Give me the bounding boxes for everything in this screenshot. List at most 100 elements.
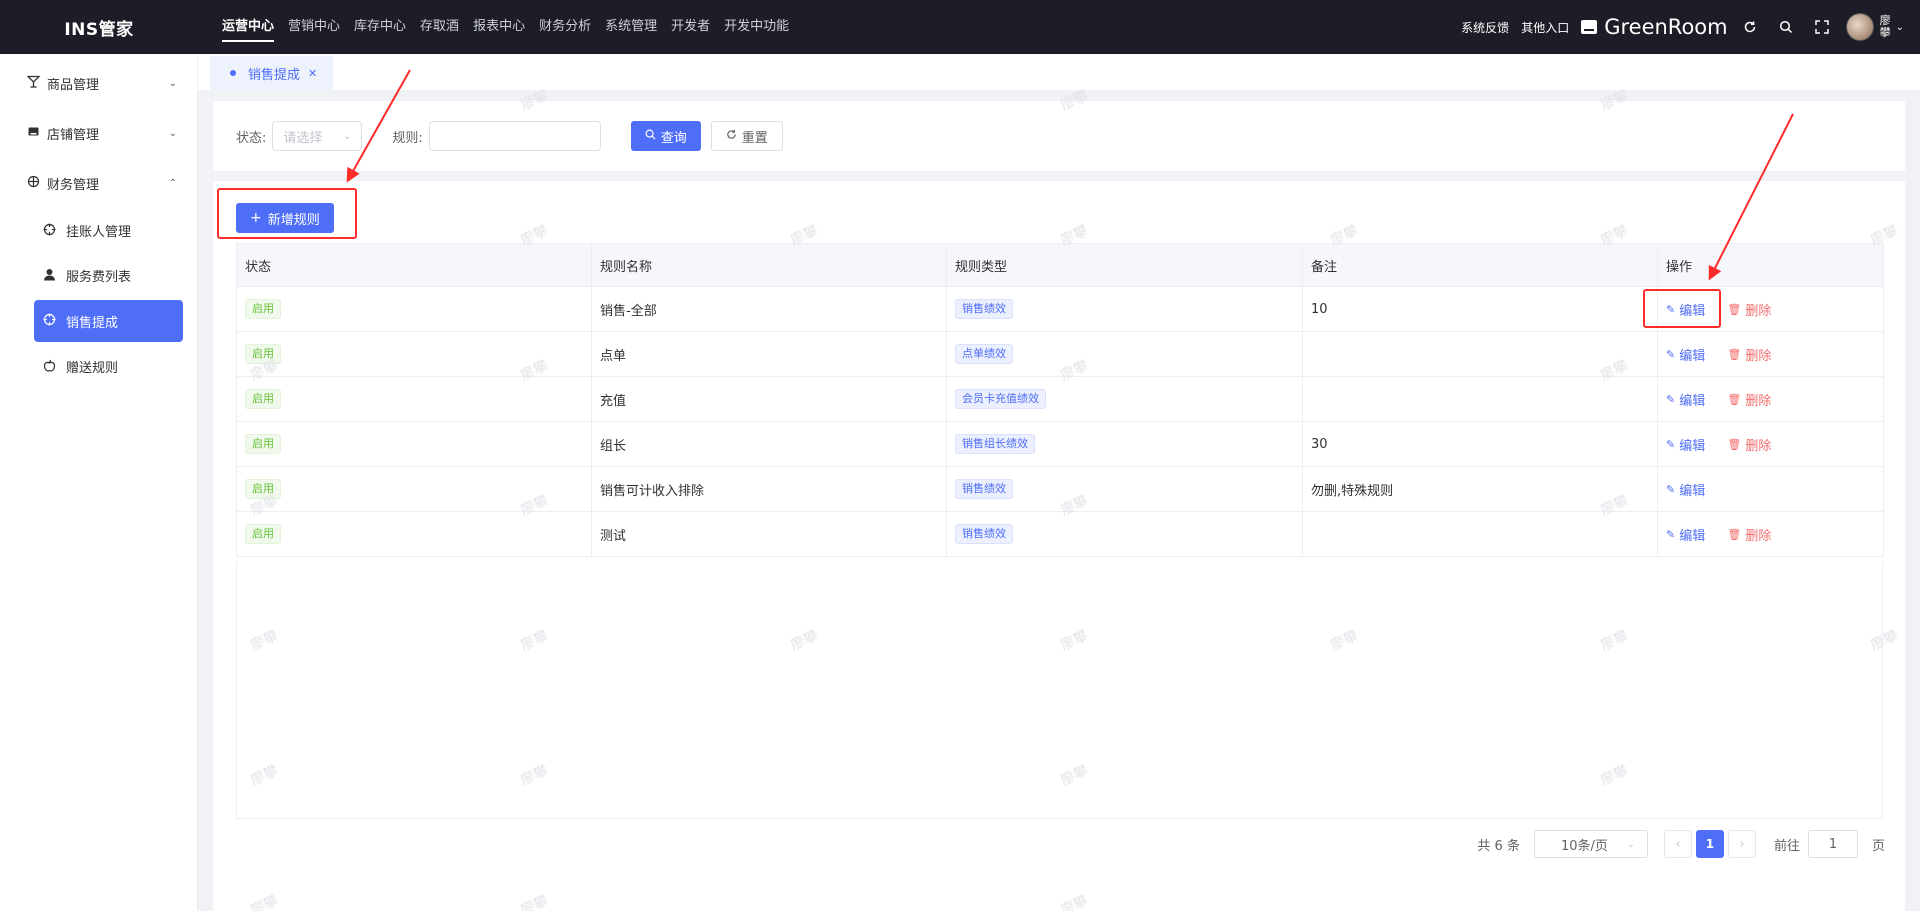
nav-dev-features[interactable]: 开发中功能 — [724, 0, 789, 54]
search-icon — [645, 129, 656, 143]
status-badge: 启用 — [245, 524, 281, 544]
user-icon — [42, 268, 56, 284]
pagination: 共 6 条 10条/页 ⌄ ‹ 1 › 前往 1 页 — [1477, 830, 1885, 858]
apple-icon — [42, 359, 56, 375]
status-badge: 启用 — [245, 344, 281, 364]
sidebar: 商品管理 ⌄ 店铺管理 ⌄ 财务管理 ⌃ 挂账人管理 服务费列表 销售提成 赠送… — [0, 54, 198, 911]
table-row: 启用 测试 销售绩效 ✎ 编辑 🗑 删除 — [236, 511, 1884, 557]
goto-label: 前往 — [1773, 838, 1800, 854]
sidebar-item-label: 服务费列表 — [66, 270, 132, 285]
edit-button[interactable]: ✎ 编辑 — [1666, 435, 1705, 454]
status-badge: 启用 — [245, 434, 281, 454]
delete-button[interactable]: 🗑 删除 — [1727, 390, 1771, 409]
edit-button[interactable]: ✎ 编辑 — [1666, 390, 1705, 409]
chevron-down-icon[interactable]: ⌄ — [1896, 22, 1904, 33]
tab-sales-commission[interactable]: 销售提成 ✕ — [210, 56, 334, 90]
status-badge: 启用 — [245, 389, 281, 409]
rule-name: 充值 — [591, 376, 947, 422]
rule-note — [1302, 511, 1658, 557]
feedback-link[interactable]: 系统反馈 — [1461, 19, 1509, 36]
rule-type-badge: 销售绩效 — [955, 479, 1013, 499]
user-name[interactable]: 廖攀 — [1880, 15, 1892, 39]
rule-name: 组长 — [591, 421, 947, 467]
rule-name: 销售可计收入排除 — [591, 466, 947, 512]
column-header: 操作 — [1657, 243, 1884, 287]
nav-ops-center[interactable]: 运营中心 — [222, 0, 275, 54]
sidebar-item-label: 销售提成 — [66, 315, 119, 331]
rule-note — [1302, 331, 1658, 377]
sidebar-item-gift-rules[interactable]: 赠送规则 — [0, 344, 197, 389]
sidebar-group-store[interactable]: 店铺管理 ⌄ — [0, 108, 197, 158]
top-bar: INS管家 运营中心 营销中心 库存中心 存取酒 报表中心 财务分析 系统管理 … — [0, 0, 1920, 54]
table-row: 启用 销售可计收入排除 销售绩效 勿删,特殊规则 ✎ 编辑 — [236, 466, 1884, 512]
sidebar-item-service-fees[interactable]: 服务费列表 — [0, 253, 197, 298]
rules-table: 状态 规则名称 规则类型 备注 操作 启用 销售-全部 销售绩效 10 ✎ 编辑 … — [236, 243, 1884, 557]
store-icon — [1581, 20, 1598, 34]
delete-button[interactable]: 🗑 删除 — [1727, 435, 1771, 454]
sidebar-group-products[interactable]: 商品管理 ⌄ — [0, 58, 197, 108]
app-logo[interactable]: INS管家 — [0, 15, 198, 40]
annotation-box-add — [217, 188, 357, 239]
search-icon[interactable] — [1772, 13, 1800, 41]
next-page-button[interactable]: › — [1727, 830, 1756, 858]
rule-type-badge: 会员卡充值绩效 — [955, 389, 1046, 409]
delete-button[interactable]: 🗑 删除 — [1727, 300, 1771, 319]
rule-note: 30 — [1302, 421, 1658, 467]
nav-marketing-center[interactable]: 营销中心 — [288, 0, 340, 54]
fullscreen-icon[interactable] — [1808, 13, 1836, 41]
nav-developer[interactable]: 开发者 — [671, 0, 710, 54]
sidebar-item-label: 赠送规则 — [66, 361, 119, 376]
nav-inventory-center[interactable]: 库存中心 — [354, 0, 406, 54]
rule-name: 点单 — [591, 331, 947, 377]
nav-system-management[interactable]: 系统管理 — [605, 0, 657, 54]
delete-button[interactable]: 🗑 删除 — [1727, 525, 1771, 544]
trash-icon: 🗑 — [1727, 302, 1742, 316]
tabs-bar: 销售提成 ✕ — [198, 54, 1920, 90]
annotation-box-edit — [1643, 289, 1721, 328]
sidebar-group-finance[interactable]: 财务管理 ⌃ — [0, 158, 197, 208]
column-header: 规则名称 — [591, 243, 947, 287]
sidebar-item-sales-commission[interactable]: 销售提成 — [34, 300, 183, 342]
refresh-icon[interactable] — [1736, 13, 1764, 41]
edit-label: 编辑 — [1679, 528, 1706, 544]
table-row: 启用 组长 销售组长绩效 30 ✎ 编辑 🗑 删除 — [236, 421, 1884, 467]
chevron-down-icon: ⌄ — [1626, 838, 1635, 850]
delete-label: 删除 — [1745, 303, 1772, 319]
rule-type-badge: 销售绩效 — [955, 299, 1013, 319]
page-suffix: 页 — [1871, 838, 1885, 854]
rule-input[interactable] — [428, 121, 601, 151]
chevron-down-icon: ⌄ — [343, 130, 352, 142]
edit-label: 编辑 — [1679, 393, 1706, 409]
nav-finance-analysis[interactable]: 财务分析 — [539, 0, 591, 54]
sidebar-item-account-holders[interactable]: 挂账人管理 — [0, 208, 197, 253]
top-nav: 运营中心 营销中心 库存中心 存取酒 报表中心 财务分析 系统管理 开发者 开发… — [222, 0, 803, 54]
delete-button[interactable]: 🗑 删除 — [1727, 345, 1771, 364]
page-size-select[interactable]: 10条/页 ⌄ — [1533, 830, 1648, 858]
prev-page-button[interactable]: ‹ — [1663, 830, 1692, 858]
refresh-icon — [726, 129, 737, 143]
goto-page-input[interactable]: 1 — [1807, 830, 1858, 858]
column-header: 备注 — [1302, 243, 1658, 287]
avatar[interactable] — [1845, 13, 1874, 41]
reset-button[interactable]: 重置 — [710, 121, 783, 151]
sidebar-group-label: 财务管理 — [47, 177, 100, 193]
store-switcher[interactable]: GreenRoom — [1581, 15, 1728, 39]
edit-button[interactable]: ✎ 编辑 — [1666, 525, 1705, 544]
table-row: 启用 充值 会员卡充值绩效 ✎ 编辑 🗑 删除 — [236, 376, 1884, 422]
reset-button-label: 重置 — [741, 130, 768, 146]
edit-button[interactable]: ✎ 编辑 — [1666, 345, 1705, 364]
close-icon[interactable]: ✕ — [308, 67, 317, 80]
filter-card: 状态: 请选择 ⌄ 规则: 查询 重置 — [213, 101, 1905, 171]
edit-button[interactable]: ✎ 编辑 — [1666, 480, 1705, 499]
status-select[interactable]: 请选择 ⌄ — [272, 121, 363, 151]
crosshair-icon — [42, 313, 56, 329]
other-entry-link[interactable]: 其他入口 — [1521, 19, 1569, 36]
delete-label: 删除 — [1745, 528, 1772, 544]
status-badge: 启用 — [245, 299, 281, 319]
nav-wine-storage[interactable]: 存取酒 — [420, 0, 459, 54]
page-number-current[interactable]: 1 — [1695, 830, 1724, 858]
search-button[interactable]: 查询 — [630, 121, 701, 151]
total-count: 共 6 条 — [1477, 838, 1520, 854]
nav-report-center[interactable]: 报表中心 — [473, 0, 525, 54]
chevron-up-icon: ⌃ — [168, 177, 177, 189]
